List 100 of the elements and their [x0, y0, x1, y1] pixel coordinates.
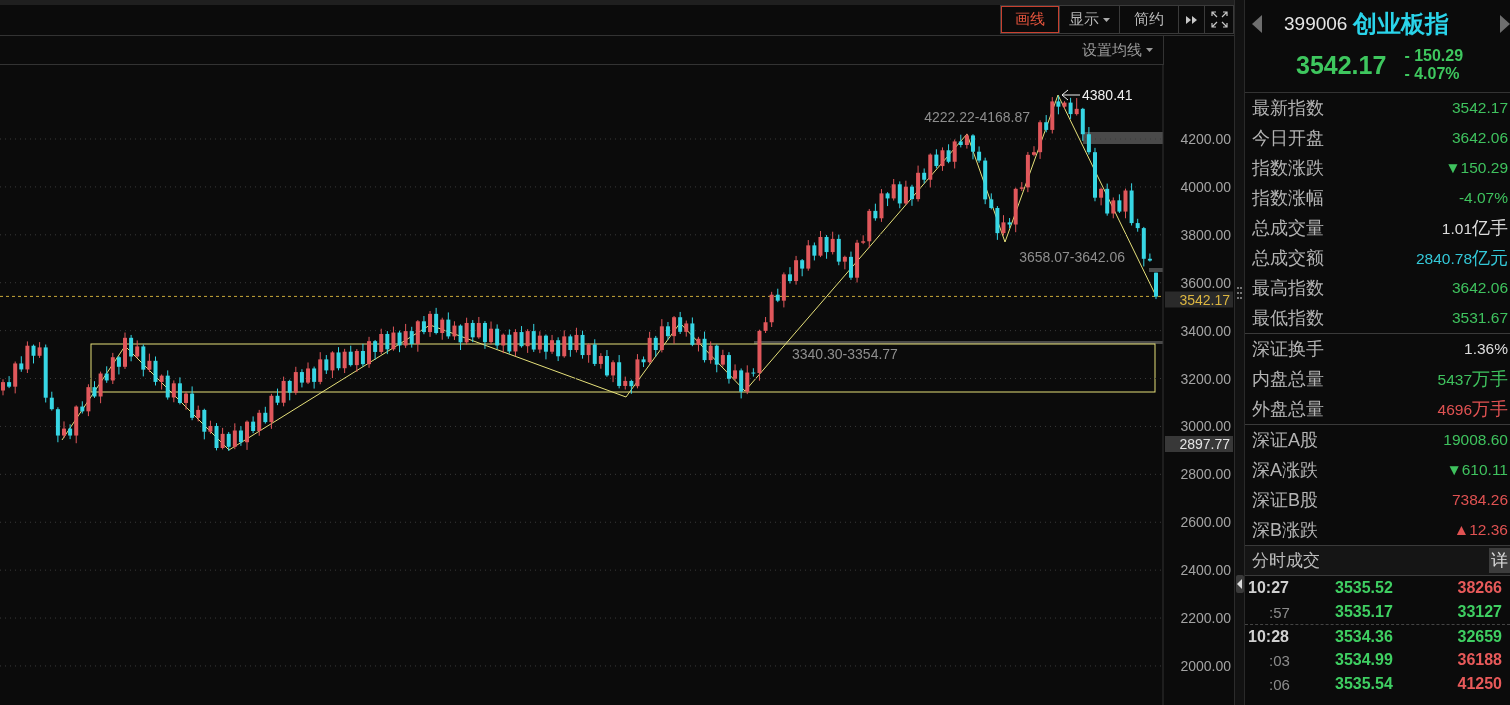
last-price-tag: 3542.17 [1165, 291, 1233, 308]
candlestick [312, 366, 317, 390]
trade-price: 3535.52 [1335, 579, 1393, 597]
candlestick [909, 184, 914, 207]
peak-price-label: 4380.41 [1082, 87, 1133, 103]
stat-label: 深A涨跌 [1252, 459, 1318, 482]
candlestick [543, 333, 548, 360]
stat-value: 7384.26 [1451, 491, 1508, 509]
candlestick [342, 348, 347, 374]
trade-price: 3534.99 [1335, 651, 1393, 669]
right-arrow-icon[interactable] [1500, 15, 1510, 33]
candlestick [586, 342, 591, 364]
candlestick [903, 180, 908, 206]
trade-volume: 33127 [1457, 603, 1503, 621]
axis-price-label: 2200.00 [1180, 610, 1231, 627]
candlestick [598, 352, 603, 370]
trade-time: 10:27 [1247, 579, 1289, 597]
candlestick [184, 391, 189, 411]
candlestick [617, 354, 622, 389]
candlestick [202, 408, 207, 440]
candlestick [897, 180, 902, 209]
candlestick [537, 330, 542, 354]
candlestick [1123, 188, 1128, 219]
index-price: 3542.17 [1296, 50, 1387, 80]
range-label: 4222.22-4168.87 [924, 109, 1030, 125]
candlestick [1086, 126, 1091, 156]
stat-value: -4.07% [1458, 189, 1508, 207]
candlestick [440, 317, 445, 341]
candlestick [501, 333, 506, 354]
axis-price-label: 2400.00 [1180, 562, 1231, 579]
candlestick [678, 311, 683, 335]
candlestick [257, 409, 262, 437]
stat-value: ▼610.11 [1446, 461, 1508, 479]
candlestick [31, 344, 36, 364]
axis-price-label: 2600.00 [1180, 514, 1231, 531]
candlestick [1117, 193, 1122, 214]
candlestick [360, 343, 365, 368]
candlestick [354, 348, 359, 373]
axis-price-label: 4200.00 [1180, 131, 1231, 147]
candlestick [659, 318, 664, 353]
candlestick [568, 333, 573, 358]
ma-settings-dropdown[interactable]: 设置均线 [1082, 40, 1153, 60]
candlestick [1056, 95, 1061, 115]
stat-value: 3642.06 [1451, 279, 1508, 297]
stat-value: 5437万手 [1437, 368, 1508, 391]
stat-label: 总成交量 [1252, 217, 1324, 240]
detail-button[interactable]: 详 [1489, 548, 1510, 573]
trade-price: 3535.17 [1335, 603, 1393, 621]
candlestick [428, 310, 433, 338]
candlestick [220, 427, 225, 450]
stat-value: ▼150.29 [1445, 159, 1508, 177]
trade-price: 3534.36 [1335, 627, 1393, 646]
candlestick [68, 423, 73, 440]
candlestick [934, 148, 939, 169]
candlestick [489, 321, 494, 346]
candlestick [476, 316, 481, 340]
price-band [1149, 268, 1163, 272]
candlestick [574, 327, 579, 353]
candlestick [409, 326, 414, 349]
candlestick [745, 364, 750, 395]
axis-price-label: 2000.00 [1180, 657, 1231, 674]
candlestick [726, 351, 731, 385]
candlestick [848, 251, 853, 281]
left-arrow-icon[interactable] [1252, 15, 1262, 33]
candlestick [513, 328, 518, 357]
axis-price-label: 3200.00 [1180, 370, 1231, 387]
candlestick [458, 323, 463, 351]
axis-price-label: 3000.00 [1180, 418, 1231, 435]
candlestick [946, 143, 951, 164]
candlestick [739, 367, 744, 399]
toolbar-button[interactable]: 简约 [1120, 6, 1179, 33]
candlestick [653, 335, 658, 358]
stat-label: 外盘总量 [1252, 398, 1324, 421]
candlestick [977, 145, 982, 164]
axis-price-label: 3400.00 [1180, 322, 1231, 339]
index-code: 399006 [1284, 13, 1348, 35]
candlestick [818, 230, 823, 258]
candlestick [403, 323, 408, 349]
toolbar-button[interactable]: 画线 [1001, 6, 1060, 33]
dropdown-button[interactable]: 显示 [1060, 6, 1120, 33]
candlestick [1147, 253, 1152, 263]
stat-label: 最高指数 [1252, 277, 1324, 300]
candlestick [324, 354, 329, 375]
stat-label: 深证A股 [1252, 429, 1318, 452]
range-label: 3340.30-3354.77 [792, 346, 898, 362]
candlestick [367, 336, 372, 369]
candlestick [415, 319, 420, 353]
candlestick [1068, 97, 1073, 120]
candlestick [592, 338, 597, 367]
grip-icon[interactable] [1237, 287, 1242, 299]
trade-price: 3535.54 [1335, 675, 1393, 693]
stat-label: 指数涨幅 [1252, 187, 1324, 210]
candlestick [379, 328, 384, 355]
caret-icon [1103, 17, 1110, 22]
candlestick [98, 371, 103, 404]
candlestick [1031, 145, 1036, 157]
candlestick [245, 419, 250, 451]
candlestick [794, 255, 799, 286]
collapse-handle-icon[interactable] [1235, 575, 1244, 593]
trade-time: 10:28 [1247, 627, 1289, 646]
